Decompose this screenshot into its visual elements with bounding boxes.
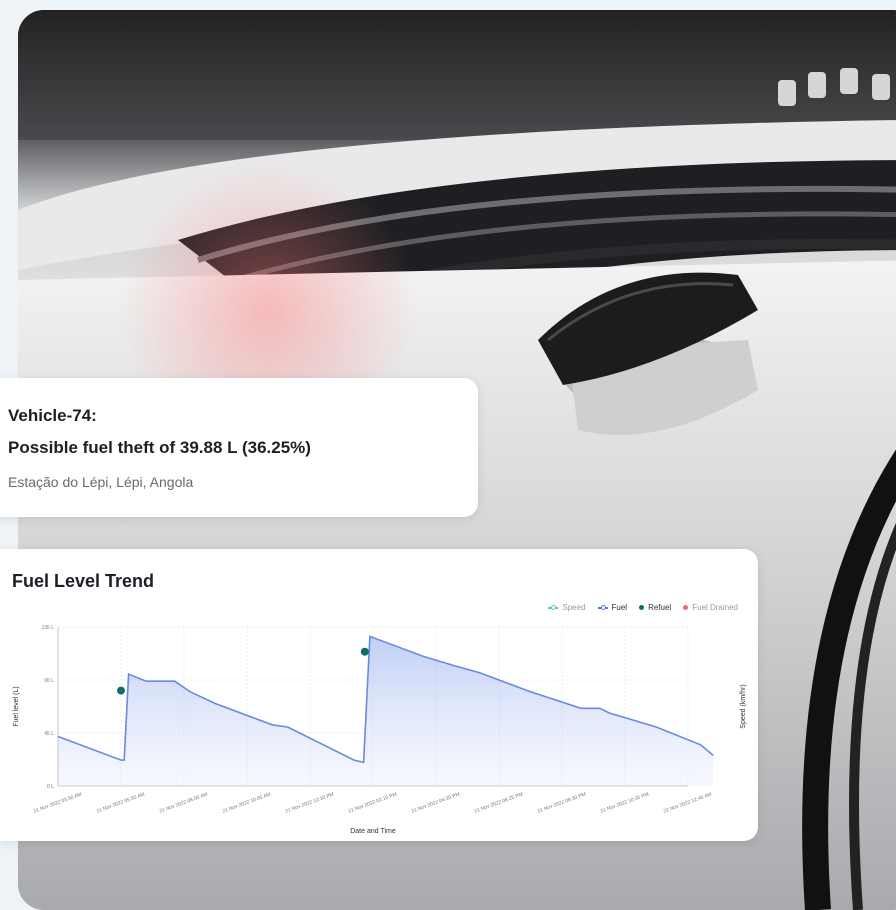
x-tick-label: 21 Nov 2022 12:10 PM: [285, 791, 335, 814]
refuel-point: [360, 647, 369, 656]
alert-location: Estação do Lépi, Lépi, Angola: [8, 474, 194, 490]
x-tick-label: 21 Nov 2022 10:35 PM: [600, 791, 650, 814]
x-tick-label: 21 Nov 2022 03:50 AM: [33, 792, 83, 815]
x-tick-label: 21 Nov 2022 05:55 AM: [96, 792, 146, 815]
x-tick-label: 21 Nov 2022 08:00 AM: [159, 792, 209, 815]
fuel-area: [58, 636, 714, 786]
y-tick-label: 90 L: [44, 678, 54, 684]
x-tick-label: 21 Nov 2022 04:20 PM: [411, 791, 461, 814]
refuel-point: [117, 686, 125, 695]
fuel-theft-alert-card[interactable]: Vehicle-74: Possible fuel theft of 39.88…: [0, 378, 478, 517]
fuel-chart: 0 L 45 L 90 L 135 L 21 Nov 2022 03:50 AM 21 N…: [13, 625, 747, 835]
y-tick-label: 135 L: [41, 625, 54, 631]
alert-vehicle: Vehicle-74:: [8, 406, 97, 425]
fuel-level-chart-card: Fuel Level Trend Speed Fuel Refuel Fuel Dra…: [0, 549, 758, 841]
y-axis-label: Fuel level (L): [13, 686, 20, 726]
x-tick-label: 22 Nov 2022 12:40 AM: [663, 792, 713, 815]
y2-axis-label: Speed (km/hr): [740, 684, 747, 728]
x-axis-label: Date and Time: [350, 828, 396, 835]
y-tick-label: 45 L: [44, 731, 54, 737]
x-tick-label: 21 Nov 2022 10:05 AM: [222, 792, 272, 815]
x-tick-label: 21 Nov 2022 08:30 PM: [537, 791, 587, 814]
alert-message: Possible fuel theft of 39.88 L (36.25%): [8, 438, 311, 457]
y-tick-label: 0 L: [47, 784, 54, 790]
x-tick-label: 21 Nov 2022 02:15 PM: [348, 791, 398, 814]
x-tick-label: 21 Nov 2022 06:25 PM: [474, 791, 524, 814]
